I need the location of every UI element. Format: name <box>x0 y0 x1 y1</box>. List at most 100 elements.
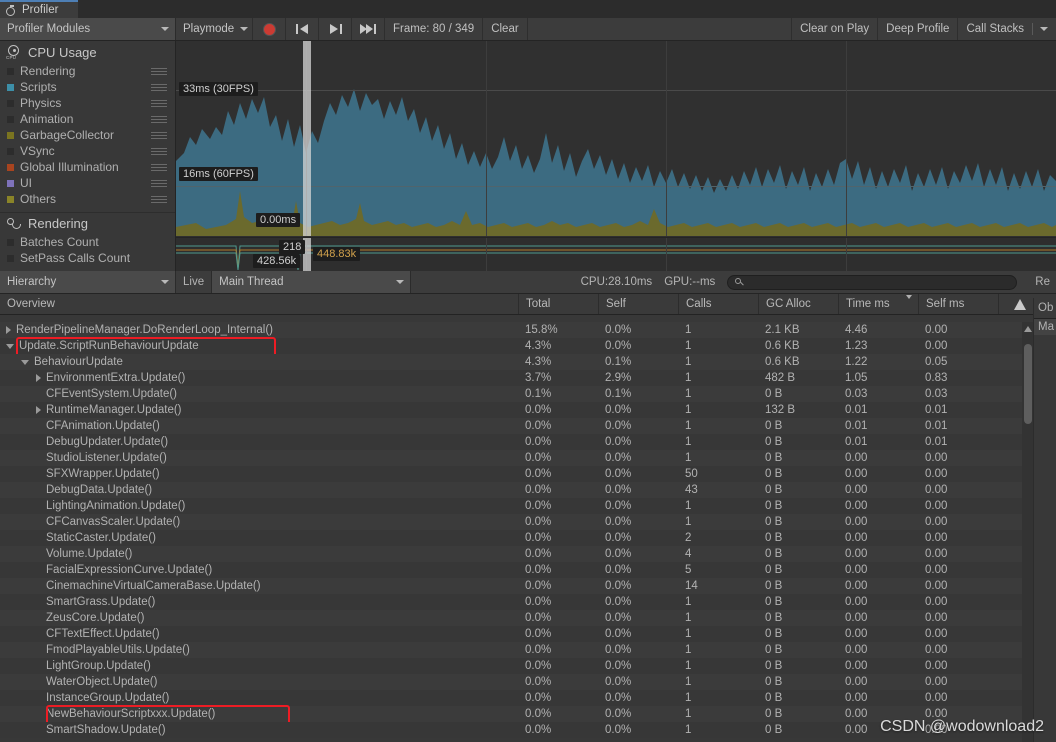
drag-handle-icon[interactable] <box>151 164 167 173</box>
module-header-rendering[interactable]: Rendering <box>0 213 175 234</box>
column-header-calls[interactable]: Calls <box>678 294 758 314</box>
deep-profile-toggle[interactable]: Deep Profile <box>877 18 958 40</box>
column-header-time-ms[interactable]: Time ms <box>838 294 918 314</box>
module-item-animation[interactable]: Animation <box>0 111 175 127</box>
table-cell-self-ms: 0.05 <box>925 356 948 368</box>
clear-on-play-toggle[interactable]: Clear on Play <box>791 18 878 40</box>
drag-handle-icon[interactable] <box>151 196 167 205</box>
table-row[interactable]: CFAnimation.Update() 0.0% 0.0% 1 0 B 0.01 0.01 <box>0 418 1056 434</box>
drag-handle-icon[interactable] <box>151 68 167 77</box>
table-cell-calls: 1 <box>685 516 692 528</box>
module-item-vsync[interactable]: VSync <box>0 143 175 159</box>
table-row[interactable]: CinemachineVirtualCameraBase.Update() 0.0… <box>0 578 1056 594</box>
table-row[interactable]: EnvironmentExtra.Update() 3.7% 2.9% 1 482 B 1… <box>0 370 1056 386</box>
record-icon <box>262 22 276 36</box>
module-item-batches-count[interactable]: Batches Count <box>0 234 175 250</box>
table-cell-total: 0.0% <box>525 404 552 416</box>
table-row[interactable]: ZeusCore.Update() 0.0% 0.0% 1 0 B 0.00 0.00 <box>0 610 1056 626</box>
column-header-gc-alloc[interactable]: GC Alloc <box>758 294 838 314</box>
table-row[interactable]: LightingAnimation.Update() 0.0% 0.0% 1 0 B 0.… <box>0 498 1056 514</box>
drag-handle-icon[interactable] <box>151 180 167 189</box>
module-header-cpu[interactable]: CPU CPU Usage <box>0 41 175 63</box>
scroll-up-icon[interactable] <box>1024 326 1032 332</box>
drag-handle-icon[interactable] <box>151 132 167 141</box>
selected-frame-playhead[interactable] <box>303 41 311 236</box>
table-cell-time-ms: 1.05 <box>845 372 868 384</box>
table-row[interactable]: WaterObject.Update() 0.0% 0.0% 1 0 B 0.00 0.00 <box>0 674 1056 690</box>
table-row[interactable]: SFXWrapper.Update() 0.0% 0.0% 50 0 B 0.00 0.00 <box>0 466 1056 482</box>
call-stacks-dropdown[interactable]: Call Stacks <box>957 18 1056 40</box>
drag-handle-icon[interactable] <box>151 116 167 125</box>
table-row[interactable]: BehaviourUpdate 4.3% 0.1% 1 0.6 KB 1.22 0.05 <box>0 354 1056 370</box>
table-row[interactable]: LightGroup.Update() 0.0% 0.0% 1 0 B 0.00 0.00 <box>0 658 1056 674</box>
chevron-down-icon[interactable] <box>21 359 29 365</box>
color-swatch <box>7 99 14 107</box>
drag-handle-icon[interactable] <box>151 100 167 109</box>
chevron-right-icon[interactable] <box>36 406 41 414</box>
module-item-physics[interactable]: Physics <box>0 95 175 111</box>
cpu-usage-graph[interactable]: 33ms (30FPS) 16ms (60FPS) 0.00ms <box>176 41 1056 236</box>
module-item-setpass-calls-count[interactable]: SetPass Calls Count <box>0 250 175 266</box>
column-header-total[interactable]: Total <box>518 294 598 314</box>
table-row[interactable]: FmodPlayableUtils.Update() 0.0% 0.0% 1 0 B 0.… <box>0 642 1056 658</box>
table-row[interactable]: FacialExpressionCurve.Update() 0.0% 0.0% 5 0… <box>0 562 1056 578</box>
chevron-right-icon[interactable] <box>36 374 41 382</box>
table-row[interactable]: DebugUpdater.Update() 0.0% 0.0% 1 0 B 0.01 0.0… <box>0 434 1056 450</box>
record-button[interactable] <box>252 18 285 40</box>
module-item-global-illumination[interactable]: Global Illumination <box>0 159 175 175</box>
rendering-graph[interactable]: 218 428.56k 448.83k <box>176 237 1056 271</box>
drag-handle-icon[interactable] <box>151 148 167 157</box>
table-row[interactable]: CFEventSystem.Update() 0.1% 0.1% 1 0 B 0.03 0.… <box>0 386 1056 402</box>
chevron-right-icon[interactable] <box>6 326 11 334</box>
table-row[interactable]: DebugData.Update() 0.0% 0.0% 43 0 B 0.00 0.00 <box>0 482 1056 498</box>
live-toggle[interactable]: Live <box>176 271 211 293</box>
table-row[interactable]: StaticCaster.Update() 0.0% 0.0% 2 0 B 0.00 0.0… <box>0 530 1056 546</box>
table-cell-gc-alloc: 0 B <box>765 500 783 512</box>
thread-dropdown[interactable]: Main Thread <box>211 271 412 293</box>
module-item-rendering[interactable]: Rendering <box>0 63 175 79</box>
next-frame-icon <box>329 24 342 34</box>
scrollbar-thumb[interactable] <box>1024 344 1032 424</box>
table-row[interactable]: CFCanvasScaler.Update() 0.0% 0.0% 1 0 B 0.00 0… <box>0 514 1056 530</box>
module-item-label: UI <box>20 176 32 190</box>
table-cell-name-label: CFTextEffect.Update() <box>46 628 160 640</box>
table-cell-total: 0.0% <box>525 532 552 544</box>
table-cell-self: 0.0% <box>605 420 632 432</box>
graph-pane[interactable]: 33ms (30FPS) 16ms (60FPS) 0.00ms 218 428… <box>176 41 1056 271</box>
column-header-self[interactable]: Self <box>598 294 678 314</box>
table-row[interactable]: CFTextEffect.Update() 0.0% 0.0% 1 0 B 0.00 0.0… <box>0 626 1056 642</box>
table-row[interactable]: Volume.Update() 0.0% 0.0% 4 0 B 0.00 0.00 <box>0 546 1056 562</box>
playmode-dropdown[interactable]: Playmode <box>176 18 252 40</box>
hierarchy-table[interactable]: RenderPipelineManager.DoRenderLoop_Inter… <box>0 322 1056 742</box>
table-row[interactable]: RenderPipelineManager.DoRenderLoop_Inter… <box>0 322 1056 338</box>
table-row[interactable]: StudioListener.Update() 0.0% 0.0% 1 0 B 0.00 0… <box>0 450 1056 466</box>
table-row[interactable]: SmartGrass.Update() 0.0% 0.0% 1 0 B 0.00 0.00 <box>0 594 1056 610</box>
module-item-others[interactable]: Others <box>0 191 175 207</box>
table-row[interactable]: RuntimeManager.Update() 0.0% 0.0% 1 132 B 0.0… <box>0 402 1056 418</box>
search-input[interactable] <box>727 274 1018 290</box>
tab-profiler[interactable]: Profiler <box>0 0 78 18</box>
table-cell-self: 0.0% <box>605 500 632 512</box>
first-frame-button[interactable] <box>285 18 318 40</box>
table-cell-self: 2.9% <box>605 372 632 384</box>
column-header-overview[interactable]: Overview <box>0 294 518 314</box>
module-item-ui[interactable]: UI <box>0 175 175 191</box>
table-cell-name: StudioListener.Update() <box>0 452 518 464</box>
module-item-scripts[interactable]: Scripts <box>0 79 175 95</box>
chevron-down-icon[interactable] <box>6 343 14 349</box>
column-header-sort-toggle[interactable] <box>998 294 1034 314</box>
module-item-garbagecollector[interactable]: GarbageCollector <box>0 127 175 143</box>
profiler-modules-dropdown[interactable]: Profiler Modules <box>0 18 176 40</box>
table-row[interactable]: Update.ScriptRunBehaviourUpdate 4.3% 0.0% 1… <box>0 338 1056 354</box>
clear-button[interactable]: Clear <box>482 18 527 40</box>
drag-handle-icon[interactable] <box>151 84 167 93</box>
column-header-self-ms[interactable]: Self ms <box>918 294 998 314</box>
last-frame-button[interactable] <box>351 18 384 40</box>
table-row[interactable]: InstanceGroup.Update() 0.0% 0.0% 1 0 B 0.00 0.… <box>0 690 1056 706</box>
table-cell-time-ms: 1.22 <box>845 356 868 368</box>
table-cell-name: SmartGrass.Update() <box>0 596 518 608</box>
hierarchy-view-dropdown[interactable]: Hierarchy <box>0 271 176 293</box>
right-column-header[interactable]: Ob <box>1034 298 1056 319</box>
next-frame-button[interactable] <box>318 18 351 40</box>
table-cell-name-label: Update.ScriptRunBehaviourUpdate <box>19 340 199 352</box>
